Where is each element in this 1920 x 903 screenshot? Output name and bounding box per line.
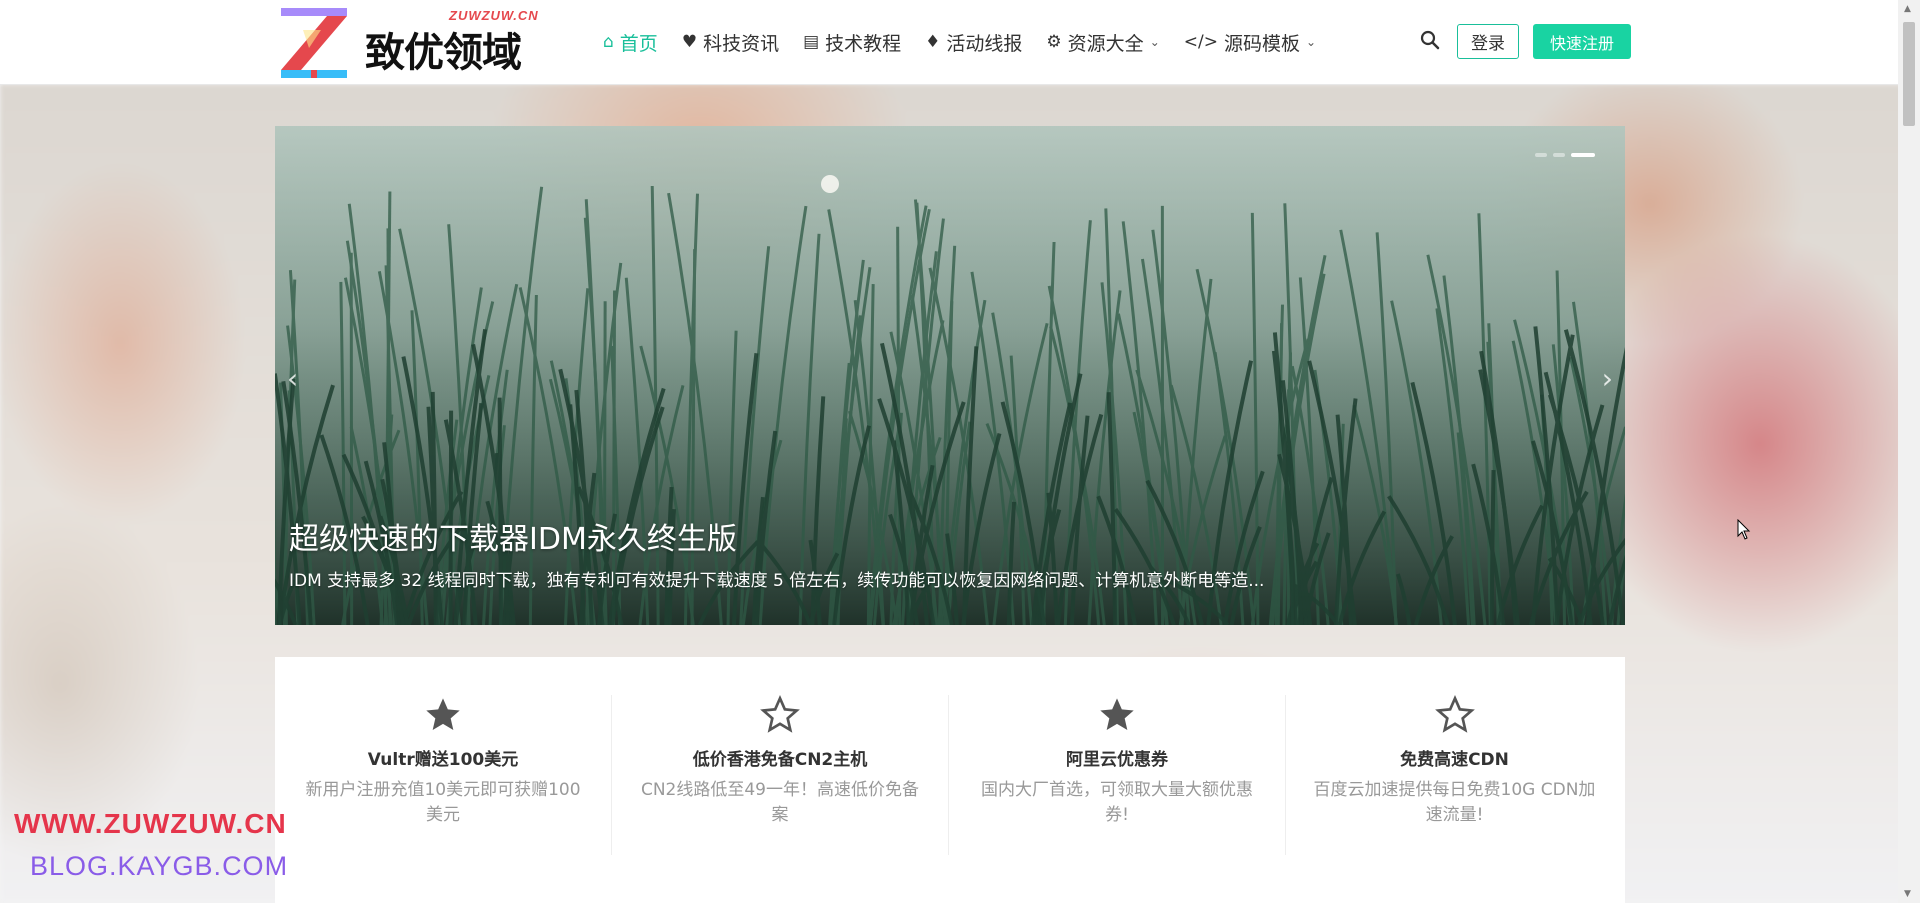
hero-slider[interactable]: ‹ › 超级快速的下载器IDM永久终生版 IDM 支持最多 32 线程同时下载，… bbox=[275, 126, 1625, 625]
feature-desc: 新用户注册充值10美元即可获赠100美元 bbox=[305, 780, 581, 825]
gears-icon: ⚙ bbox=[1046, 32, 1062, 52]
home-icon: ⌂ bbox=[603, 32, 614, 52]
watermark-primary: WWW.ZUWZUW.CN bbox=[14, 808, 287, 839]
nav-item-home[interactable]: ⌂ 首页 bbox=[603, 29, 658, 56]
nav-item-resources[interactable]: ⚙ 资源大全 ⌄ bbox=[1046, 29, 1159, 56]
star-filled-icon bbox=[426, 698, 460, 730]
feature-title: 免费高速CDN bbox=[1400, 750, 1509, 770]
mouse-cursor-icon bbox=[1737, 519, 1751, 540]
nav-item-source-templates[interactable]: </> 源码模板 ⌄ bbox=[1184, 29, 1316, 56]
star-outline-icon bbox=[760, 695, 800, 733]
login-button[interactable]: 登录 bbox=[1457, 24, 1519, 59]
feature-title: 阿里云优惠券 bbox=[1066, 750, 1168, 770]
register-button[interactable]: 快速注册 bbox=[1533, 24, 1631, 59]
nav-label: 活动线报 bbox=[946, 32, 1023, 55]
chevron-right-icon[interactable]: › bbox=[1602, 362, 1613, 395]
star-filled-icon bbox=[1100, 698, 1134, 730]
nav-item-tech-news[interactable]: ♥ 科技资讯 bbox=[682, 29, 779, 56]
feature-card[interactable]: 阿里云优惠券 国内大厂首选，可领取大量大额优惠券! bbox=[949, 695, 1286, 855]
nav-item-tutorials[interactable]: ▤ 技术教程 bbox=[803, 29, 901, 56]
chevron-left-icon[interactable]: ‹ bbox=[287, 362, 298, 395]
feature-desc: 百度云加速提供每日免费10G CDN加速流量! bbox=[1313, 780, 1596, 825]
nav-label: 资源大全 bbox=[1067, 32, 1144, 55]
nav-item-activities[interactable]: ♦ 活动线报 bbox=[925, 29, 1022, 56]
search-icon[interactable] bbox=[1420, 30, 1440, 50]
slider-dot[interactable] bbox=[1535, 153, 1547, 157]
code-icon: </> bbox=[1183, 32, 1218, 52]
heartbeat-icon: ♥ bbox=[681, 32, 698, 52]
feature-title: 低价香港免备CN2主机 bbox=[692, 750, 868, 770]
site-logo[interactable]: ZUWZUW.CN 致优领域 bbox=[281, 8, 539, 78]
logo-domain: ZUWZUW.CN bbox=[449, 8, 539, 23]
slider-dot[interactable] bbox=[1553, 153, 1565, 157]
slider-dot-active[interactable] bbox=[1571, 153, 1595, 157]
star-outline-icon bbox=[1434, 695, 1475, 733]
watermark-secondary: BLOG.KAYGB.COM bbox=[30, 851, 289, 881]
scrollbar-thumb[interactable] bbox=[1903, 22, 1915, 126]
feature-card[interactable]: 低价香港免备CN2主机 CN2线路低至49一年！高速低价免备案 bbox=[612, 695, 949, 855]
feature-card[interactable]: 免费高速CDN 百度云加速提供每日免费10G CDN加速流量! bbox=[1286, 695, 1623, 855]
nav-label: 科技资讯 bbox=[703, 32, 780, 55]
feature-card[interactable]: Vultr赠送100美元 新用户注册充值10美元即可获赠100美元 bbox=[275, 695, 612, 855]
site-header: ZUWZUW.CN 致优领域 ⌂ 首页 ♥ 科技资讯 ▤ 技术教程 ♦ 活动线报… bbox=[0, 0, 1898, 85]
slide-description: IDM 支持最多 32 线程同时下载，独有专利可有效提升下载速度 5 倍左右，续… bbox=[289, 571, 1265, 591]
logo-name: 致优领域 bbox=[365, 30, 522, 76]
page-scrollbar[interactable]: ▲ ▼ bbox=[1898, 0, 1920, 903]
chevron-down-icon: ⌄ bbox=[1149, 35, 1160, 49]
scroll-up-icon[interactable]: ▲ bbox=[1904, 4, 1911, 14]
feature-title: Vultr赠送100美元 bbox=[367, 750, 519, 770]
nav-label: 首页 bbox=[619, 32, 658, 55]
feature-cards: Vultr赠送100美元 新用户注册充值10美元即可获赠100美元 低价香港免备… bbox=[275, 657, 1625, 903]
main-nav: ⌂ 首页 ♥ 科技资讯 ▤ 技术教程 ♦ 活动线报 ⚙ 资源大全 ⌄ </> 源… bbox=[603, 0, 1340, 84]
nav-label: 技术教程 bbox=[825, 32, 902, 55]
fire-icon: ♦ bbox=[925, 32, 941, 52]
logo-z-mark bbox=[281, 8, 347, 78]
feature-desc: 国内大厂首选，可领取大量大额优惠券! bbox=[981, 780, 1253, 825]
book-icon: ▤ bbox=[803, 32, 820, 52]
nav-label: 源码模板 bbox=[1223, 32, 1300, 55]
scroll-down-icon[interactable]: ▼ bbox=[1904, 889, 1911, 899]
slide-title[interactable]: 超级快速的下载器IDM永久终生版 bbox=[289, 514, 737, 558]
feature-desc: CN2线路低至49一年！高速低价免备案 bbox=[640, 780, 920, 825]
slider-pagination bbox=[1535, 153, 1595, 157]
chevron-down-icon: ⌄ bbox=[1305, 35, 1317, 49]
